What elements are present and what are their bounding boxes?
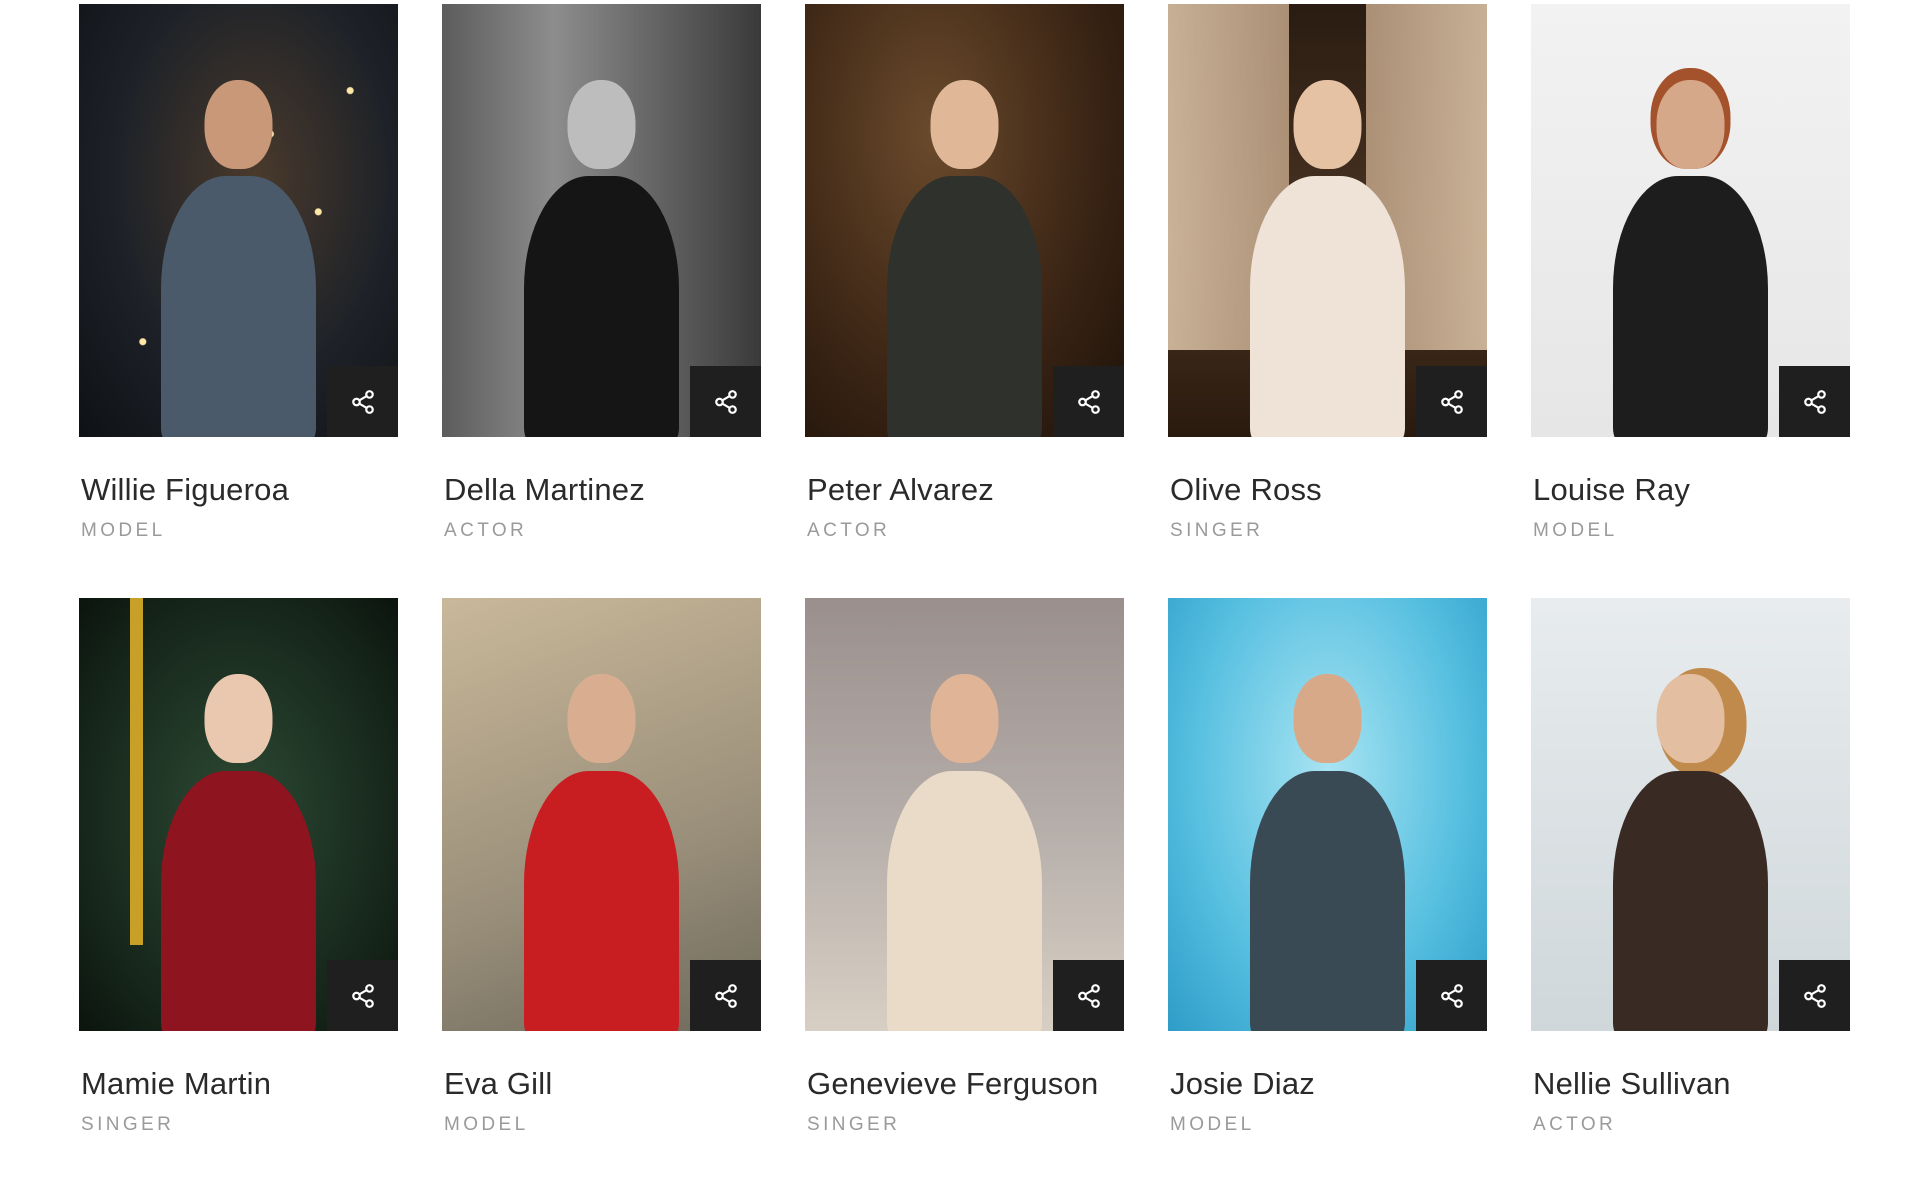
talent-role: MODEL — [1533, 520, 1618, 542]
talent-name[interactable]: Olive Ross — [1168, 471, 1487, 508]
photo-subject — [1229, 65, 1427, 437]
talent-photo[interactable] — [805, 4, 1124, 437]
share-button[interactable] — [1053, 366, 1124, 437]
talent-card: Mamie Martin SINGER — [79, 598, 398, 1136]
share-button[interactable] — [690, 960, 761, 1032]
talent-card: Willie Figueroa MODEL — [79, 4, 398, 542]
share-button[interactable] — [1416, 960, 1487, 1032]
talent-grid: Willie Figueroa MODEL Della Martinez ACT… — [79, 4, 1851, 1136]
share-button[interactable] — [1053, 960, 1124, 1032]
talent-card: Nellie Sullivan ACTOR — [1531, 598, 1850, 1136]
talent-name[interactable]: Mamie Martin — [79, 1065, 398, 1102]
share-button[interactable] — [1779, 366, 1850, 437]
photo-subject — [866, 659, 1064, 1032]
share-icon — [714, 983, 737, 1008]
talent-photo[interactable] — [1168, 4, 1487, 437]
talent-name[interactable]: Josie Diaz — [1168, 1065, 1487, 1102]
talent-card: Genevieve Ferguson SINGER — [805, 598, 1124, 1136]
talent-photo[interactable] — [79, 4, 398, 437]
share-icon — [714, 389, 737, 414]
photo-subject — [1592, 659, 1790, 1032]
talent-name[interactable]: Nellie Sullivan — [1531, 1065, 1850, 1102]
talent-role: MODEL — [81, 520, 166, 542]
talent-photo[interactable] — [1531, 598, 1850, 1032]
photo-subject — [1592, 65, 1790, 437]
talent-role: SINGER — [807, 1114, 901, 1136]
talent-name[interactable]: Eva Gill — [442, 1065, 761, 1102]
talent-card: Louise Ray MODEL — [1531, 4, 1850, 542]
photo-subject — [140, 65, 338, 437]
talent-role: ACTOR — [444, 520, 528, 542]
talent-role: ACTOR — [1533, 1114, 1617, 1136]
talent-photo[interactable] — [1168, 598, 1487, 1032]
talent-card: Olive Ross SINGER — [1168, 4, 1487, 542]
share-icon — [1803, 389, 1826, 414]
talent-role: ACTOR — [807, 520, 891, 542]
share-icon — [1803, 983, 1826, 1008]
share-button[interactable] — [327, 366, 398, 437]
photo-subject — [503, 65, 701, 437]
talent-name[interactable]: Willie Figueroa — [79, 471, 398, 508]
share-icon — [1440, 389, 1463, 414]
photo-subject — [1229, 659, 1427, 1032]
talent-photo[interactable] — [805, 598, 1124, 1032]
share-button[interactable] — [1779, 960, 1850, 1032]
photo-subject — [503, 659, 701, 1032]
photo-subject — [866, 65, 1064, 437]
talent-card: Josie Diaz MODEL — [1168, 598, 1487, 1136]
share-icon — [351, 389, 374, 414]
share-button[interactable] — [1416, 366, 1487, 437]
share-button[interactable] — [690, 366, 761, 437]
talent-role: SINGER — [1170, 520, 1264, 542]
talent-name[interactable]: Louise Ray — [1531, 471, 1850, 508]
talent-photo[interactable] — [79, 598, 398, 1032]
talent-role: MODEL — [1170, 1114, 1255, 1136]
talent-name[interactable]: Peter Alvarez — [805, 471, 1124, 508]
talent-role: SINGER — [81, 1114, 175, 1136]
talent-card: Eva Gill MODEL — [442, 598, 761, 1136]
share-icon — [1077, 389, 1100, 414]
share-button[interactable] — [327, 960, 398, 1032]
talent-name[interactable]: Genevieve Ferguson — [805, 1065, 1124, 1102]
talent-role: MODEL — [444, 1114, 529, 1136]
share-icon — [1077, 983, 1100, 1008]
talent-card: Peter Alvarez ACTOR — [805, 4, 1124, 542]
talent-photo[interactable] — [1531, 4, 1850, 437]
photo-subject — [140, 659, 338, 1032]
talent-photo[interactable] — [442, 4, 761, 437]
talent-photo[interactable] — [442, 598, 761, 1032]
share-icon — [351, 983, 374, 1008]
share-icon — [1440, 983, 1463, 1008]
talent-card: Della Martinez ACTOR — [442, 4, 761, 542]
talent-name[interactable]: Della Martinez — [442, 471, 761, 508]
